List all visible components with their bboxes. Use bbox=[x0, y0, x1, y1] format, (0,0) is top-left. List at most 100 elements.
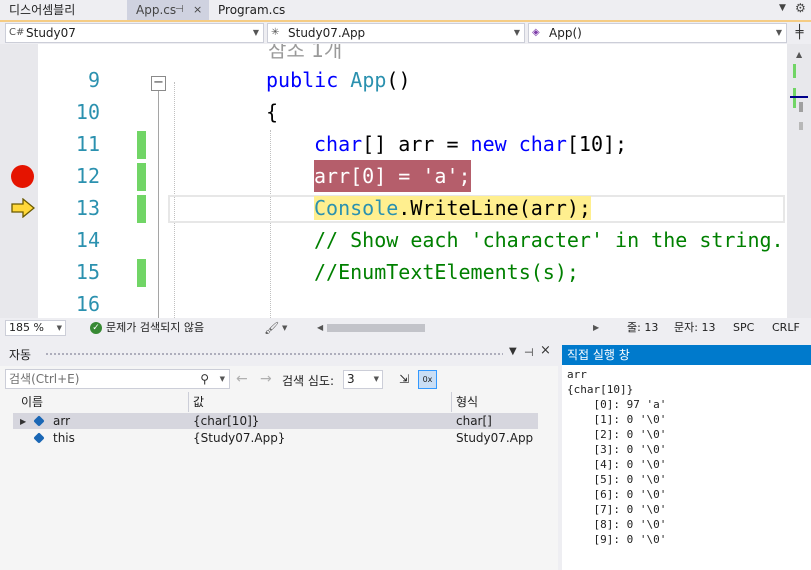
code-editor[interactable]: 참조 1개 − 9 public App() 10 { 11 char[] ar… bbox=[0, 44, 811, 318]
change-marker bbox=[137, 195, 146, 223]
chevron-down-icon[interactable]: ▼ bbox=[220, 370, 225, 388]
zoom-dropdown[interactable]: 185 % ▼ bbox=[5, 320, 66, 336]
chevron-down-icon: ▼ bbox=[775, 28, 782, 37]
current-statement-arrow-icon[interactable] bbox=[11, 198, 35, 218]
line-number: 12 bbox=[75, 164, 100, 188]
autos-title-bar: 자동 ▼ ⊣ × bbox=[0, 341, 558, 366]
project-dropdown[interactable]: C# Study07 ▼ bbox=[5, 23, 264, 43]
chevron-down-icon: ▼ bbox=[252, 28, 259, 37]
immediate-window[interactable]: 직접 실행 창 arr {char[10]} [0]: 97 'a' [1]: … bbox=[562, 345, 811, 570]
class-dropdown[interactable]: ✳ Study07.App ▼ bbox=[267, 23, 525, 43]
scroll-mark bbox=[799, 122, 803, 130]
hex-display-icon[interactable]: 0x bbox=[418, 370, 437, 389]
change-marker bbox=[137, 259, 146, 287]
code-line: 10 { bbox=[0, 96, 787, 128]
panel-title: 직접 실행 창 bbox=[567, 348, 630, 362]
table-row[interactable]: this {Study07.App} Study07.App bbox=[13, 430, 538, 446]
autos-column-header: 이름 값 형식 bbox=[13, 392, 538, 412]
expand-arrow-icon[interactable]: ▶ bbox=[20, 414, 26, 430]
window-position-icon[interactable]: ▼ bbox=[509, 346, 517, 357]
scroll-thumb[interactable] bbox=[799, 102, 803, 112]
scroll-change-mark bbox=[793, 64, 796, 78]
code-comment[interactable]: // Show each 'character' in the string. bbox=[314, 224, 784, 256]
object-icon bbox=[33, 432, 45, 444]
code-cleanup-icon[interactable]: 🖌 bbox=[264, 318, 279, 338]
method-icon: ◈ bbox=[532, 27, 540, 38]
pin-icon[interactable]: ⊣ bbox=[524, 346, 534, 359]
pin-icon[interactable]: ⊣ bbox=[175, 0, 184, 20]
close-icon[interactable]: × bbox=[540, 343, 551, 358]
tab-app-cs[interactable]: App.cs ⊣ × bbox=[127, 0, 209, 20]
member-dropdown[interactable]: ◈ App() ▼ bbox=[528, 23, 787, 43]
change-marker bbox=[137, 131, 146, 159]
tab-list-dropdown-icon[interactable]: ▼ bbox=[779, 3, 786, 13]
tab-disassembly[interactable]: 디스어셈블리 bbox=[0, 0, 127, 20]
code-line: 16 bbox=[0, 288, 787, 318]
chevron-down-icon: ▼ bbox=[513, 28, 520, 37]
navigation-bar: C# Study07 ▼ ✳ Study07.App ▼ ◈ App() ▼ ╪ bbox=[0, 22, 811, 44]
code-line: 9 public App() bbox=[0, 64, 787, 96]
line-number: 9 bbox=[87, 68, 100, 92]
document-tab-bar: 디스어셈블리 App.cs ⊣ × Program.cs ▼ ⚙ bbox=[0, 0, 811, 20]
variable-value[interactable]: {char[10]} bbox=[193, 413, 259, 429]
issues-status[interactable]: 문제가 검색되지 않음 bbox=[106, 318, 204, 338]
scroll-left-icon[interactable]: ◀ bbox=[317, 318, 323, 338]
forward-arrow-icon[interactable]: → bbox=[260, 371, 272, 387]
code-line: 12 arr[0] = 'a'; bbox=[0, 160, 787, 192]
code-line: 13 Console.WriteLine(arr); bbox=[0, 192, 787, 224]
search-icon[interactable]: ⚲ bbox=[200, 370, 209, 388]
column-indicator[interactable]: 문자: 13 bbox=[674, 318, 715, 338]
object-icon bbox=[33, 415, 45, 427]
scroll-up-icon[interactable]: ▲ bbox=[796, 50, 802, 59]
autos-window: 자동 ▼ ⊣ × 검색(Ctrl+E) ⚲ ▼ ← → 검색 심도: 3 ▼ ⇲… bbox=[0, 341, 558, 570]
chevron-down-icon[interactable]: ▼ bbox=[282, 318, 287, 338]
vertical-scrollbar[interactable]: ▲ bbox=[787, 44, 811, 318]
member-name: App() bbox=[549, 26, 582, 40]
breakpoint-line-code[interactable]: arr[0] = 'a'; bbox=[314, 160, 471, 192]
codelens-references[interactable]: 참조 1개 bbox=[268, 44, 342, 64]
tab-program-cs[interactable]: Program.cs bbox=[209, 0, 299, 20]
line-number: 15 bbox=[75, 260, 100, 284]
drag-grip[interactable] bbox=[45, 352, 503, 357]
back-arrow-icon[interactable]: ← bbox=[236, 371, 248, 387]
pin-source-icon[interactable]: ⇲ bbox=[395, 370, 413, 388]
search-depth-dropdown[interactable]: 3 ▼ bbox=[343, 370, 383, 389]
column-value[interactable]: 값 bbox=[193, 392, 204, 412]
search-depth-label: 검색 심도: bbox=[282, 374, 335, 388]
line-indicator[interactable]: 줄: 13 bbox=[627, 318, 658, 338]
current-statement-code[interactable]: Console.WriteLine(arr); bbox=[314, 192, 591, 224]
code-comment[interactable]: //EnumTextElements(s); bbox=[314, 256, 579, 288]
code-line: 14 // Show each 'character' in the strin… bbox=[0, 224, 787, 256]
code-text[interactable]: { bbox=[266, 96, 278, 128]
column-type[interactable]: 형식 bbox=[456, 392, 478, 412]
column-name[interactable]: 이름 bbox=[21, 392, 43, 412]
column-divider[interactable] bbox=[451, 392, 452, 412]
search-input[interactable]: 검색(Ctrl+E) ⚲ ▼ bbox=[5, 369, 230, 389]
gear-icon[interactable]: ⚙ bbox=[795, 1, 806, 15]
line-number: 13 bbox=[75, 196, 100, 220]
immediate-output[interactable]: arr {char[10]} [0]: 97 'a' [1]: 0 '\0' [… bbox=[567, 367, 666, 547]
scroll-right-icon[interactable]: ▶ bbox=[593, 318, 599, 338]
close-icon[interactable]: × bbox=[193, 0, 202, 20]
csharp-project-icon: C# bbox=[9, 27, 25, 38]
split-window-icon[interactable]: ╪ bbox=[791, 24, 808, 42]
search-placeholder: 검색(Ctrl+E) bbox=[9, 372, 80, 386]
line-ending-indicator[interactable]: CRLF bbox=[772, 318, 800, 338]
scroll-caret-mark bbox=[790, 96, 808, 98]
line-number: 16 bbox=[75, 292, 100, 316]
variable-value[interactable]: {Study07.App} bbox=[193, 430, 285, 446]
table-row[interactable]: ▶ arr {char[10]} char[] bbox=[13, 413, 538, 429]
class-icon: ✳ bbox=[271, 27, 280, 38]
line-number: 11 bbox=[75, 132, 100, 156]
code-line: 15 //EnumTextElements(s); bbox=[0, 256, 787, 288]
code-text[interactable]: char[] arr = new char[10]; bbox=[314, 128, 627, 160]
whitespace-indicator[interactable]: SPC bbox=[733, 318, 754, 338]
project-name: Study07 bbox=[26, 26, 76, 40]
tab-label: App.cs bbox=[136, 3, 177, 17]
code-text[interactable]: public App() bbox=[266, 64, 411, 96]
horizontal-scrollbar[interactable] bbox=[327, 324, 591, 332]
column-divider[interactable] bbox=[188, 392, 189, 412]
breakpoint-icon[interactable] bbox=[11, 165, 34, 188]
scroll-thumb[interactable] bbox=[327, 324, 425, 332]
variable-name: this bbox=[53, 431, 75, 445]
